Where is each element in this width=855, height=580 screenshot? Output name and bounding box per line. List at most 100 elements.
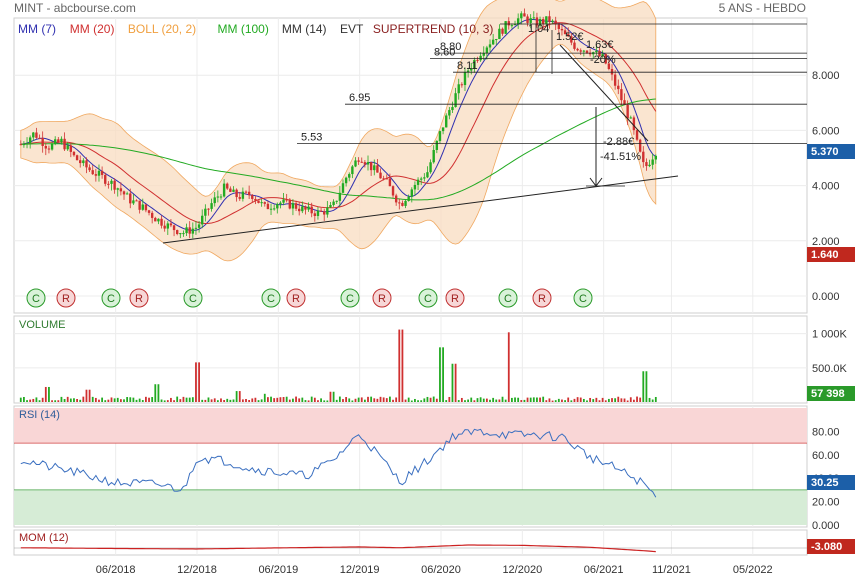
candle-body bbox=[288, 199, 292, 209]
candle-body bbox=[376, 165, 379, 173]
volume-bar bbox=[188, 397, 191, 402]
volume-bar bbox=[135, 399, 138, 402]
candle-body bbox=[251, 195, 254, 199]
candle-body bbox=[194, 227, 198, 229]
volume-bar bbox=[317, 400, 319, 402]
event-marker-label: R bbox=[292, 293, 300, 305]
volume-bar bbox=[129, 397, 132, 402]
candle-body bbox=[413, 184, 417, 190]
candle-body bbox=[344, 177, 348, 184]
volume-bar bbox=[633, 399, 635, 402]
stock-chart: 5.536.958.118.608.801.041.52€1.63€-20% C… bbox=[13, 0, 855, 576]
candle-body bbox=[222, 183, 226, 197]
candle-body bbox=[201, 215, 204, 225]
event-marker-label: C bbox=[107, 293, 115, 305]
rsi-tick-label: 60.00 bbox=[812, 450, 840, 462]
volume-bar bbox=[414, 398, 416, 402]
volume-bar bbox=[157, 384, 160, 402]
volume-bar bbox=[542, 396, 545, 402]
candle-body bbox=[423, 177, 426, 179]
svg-text:57 398: 57 398 bbox=[811, 388, 845, 400]
volume-bar bbox=[536, 397, 538, 402]
rsi-series: 0.00020.0040.0060.0080.00 bbox=[14, 408, 840, 532]
candle-body bbox=[188, 227, 191, 234]
volume-bar bbox=[595, 397, 598, 402]
candle-body bbox=[254, 198, 257, 201]
volume-bar bbox=[216, 400, 219, 402]
volume-bars: 1 000K 500.0K bbox=[14, 329, 848, 402]
candle-body bbox=[163, 225, 166, 229]
time-tick-label: 06/2019 bbox=[258, 564, 298, 576]
candle-body bbox=[66, 145, 69, 150]
volume-bar bbox=[507, 332, 510, 402]
price-tick-label: 6.000 bbox=[812, 125, 840, 137]
volume-bar bbox=[454, 363, 457, 402]
candle-body bbox=[260, 202, 263, 204]
candle-body bbox=[297, 208, 301, 212]
candle-body bbox=[207, 208, 210, 210]
volume-bar bbox=[448, 396, 451, 402]
candle-body bbox=[57, 139, 60, 143]
candle-body bbox=[19, 144, 22, 146]
candle-body bbox=[235, 189, 238, 198]
candle-body bbox=[548, 16, 551, 22]
volume-bar bbox=[79, 399, 82, 402]
volume-bar bbox=[498, 399, 501, 402]
volume-bar bbox=[617, 396, 620, 402]
volume-tick-label: 500.0K bbox=[812, 363, 848, 375]
volume-bar bbox=[226, 398, 229, 402]
volume-bar bbox=[395, 397, 398, 402]
volume-bar bbox=[435, 398, 438, 402]
candle-body bbox=[373, 165, 376, 171]
volume-bar bbox=[410, 400, 413, 402]
event-marker-label: R bbox=[62, 293, 70, 305]
candle-body bbox=[491, 39, 495, 45]
candle-body bbox=[97, 170, 101, 176]
candle-body bbox=[113, 180, 116, 190]
volume-bar bbox=[598, 400, 601, 402]
candle-body bbox=[310, 206, 313, 214]
candle-body bbox=[216, 196, 220, 198]
legend: MM (7) MM (20) BOLL (20, 2) MM (100) MM (14)… bbox=[18, 22, 493, 36]
volume-bar bbox=[545, 400, 548, 402]
candle-body bbox=[144, 204, 148, 211]
candle-body bbox=[391, 186, 395, 196]
candle-body bbox=[488, 44, 492, 48]
volume-bar bbox=[141, 400, 144, 402]
volume-bar bbox=[489, 399, 491, 402]
candle-body bbox=[507, 21, 510, 26]
volume-bar bbox=[63, 399, 66, 402]
level-label: 8.80 bbox=[440, 41, 461, 53]
volume-bar bbox=[326, 400, 329, 402]
svg-text:5.370: 5.370 bbox=[811, 146, 839, 158]
volume-bar bbox=[376, 398, 379, 402]
candle-body bbox=[38, 137, 41, 139]
volume-bar bbox=[285, 396, 288, 402]
candle-body bbox=[276, 204, 279, 209]
volume-bar bbox=[426, 396, 429, 402]
candle-body bbox=[138, 200, 141, 210]
volume-bar bbox=[182, 396, 185, 402]
volume-bar bbox=[270, 396, 272, 402]
candle-body bbox=[150, 212, 154, 218]
candle-body bbox=[238, 197, 241, 199]
volume-bar bbox=[351, 400, 354, 402]
volume-bar bbox=[529, 397, 532, 402]
volume-bar bbox=[432, 396, 435, 402]
volume-panel-frame bbox=[13, 315, 808, 404]
volume-bar bbox=[648, 397, 651, 402]
candle-body bbox=[316, 210, 320, 216]
volume-bar bbox=[504, 399, 507, 402]
volume-bar bbox=[623, 398, 626, 402]
candle-body bbox=[122, 191, 126, 195]
volume-bar bbox=[232, 399, 235, 402]
volume-bar bbox=[241, 399, 244, 402]
rsi-tick-label: 20.00 bbox=[812, 497, 840, 509]
volume-bar bbox=[54, 400, 57, 402]
volume-bar bbox=[457, 400, 460, 402]
volume-bar bbox=[210, 399, 213, 402]
event-marker-label: R bbox=[451, 293, 459, 305]
volume-bar bbox=[342, 399, 344, 402]
volume-bar bbox=[163, 400, 166, 402]
volume-bar bbox=[379, 396, 382, 402]
